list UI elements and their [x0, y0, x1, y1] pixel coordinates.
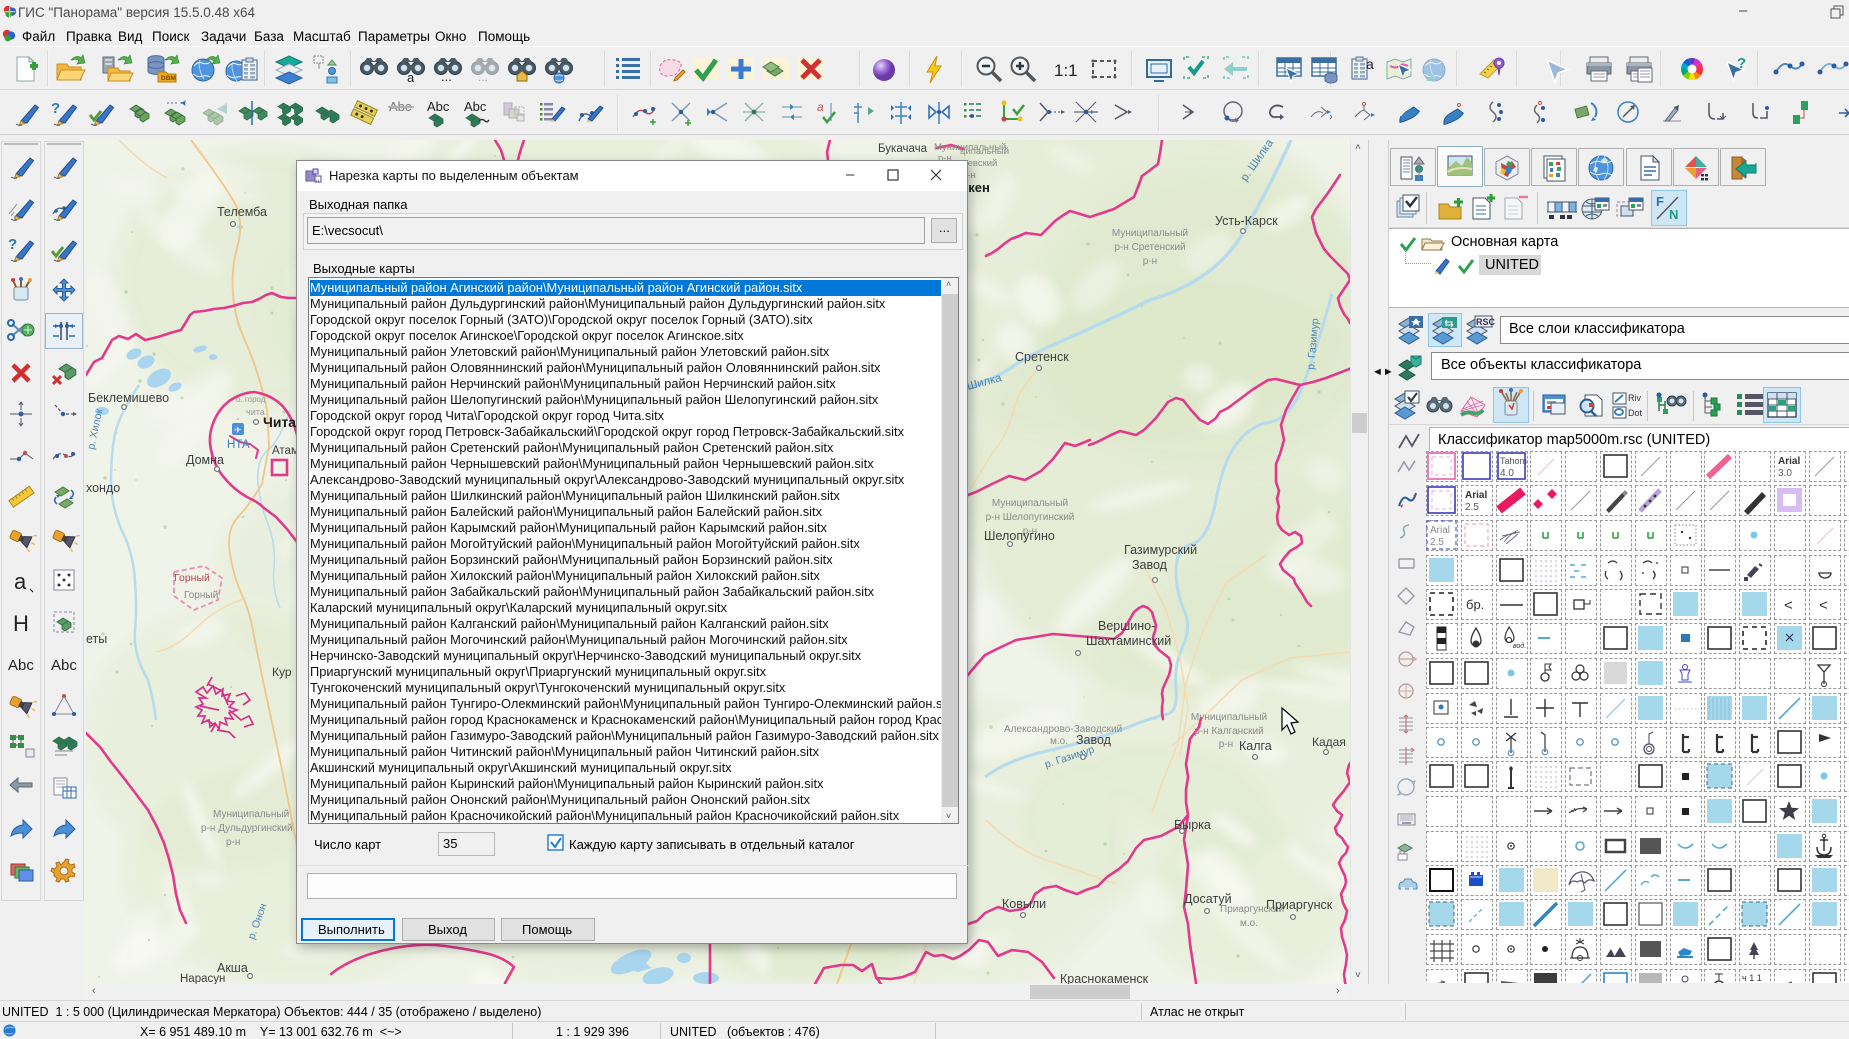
svg-text:Шахтаминский: Шахтаминский	[1086, 634, 1171, 648]
svg-text:Вершино-: Вершино-	[1098, 619, 1155, 633]
svg-text:Abc: Abc	[8, 657, 34, 674]
svg-text:a: a	[1366, 56, 1374, 72]
svg-text:р-н: р-н	[1143, 256, 1157, 267]
svg-text:Arial: Arial	[1430, 525, 1450, 536]
svg-text:2.5: 2.5	[1430, 537, 1444, 548]
svg-text:Abc: Abc	[427, 99, 450, 114]
svg-text:Завод: Завод	[1076, 733, 1112, 747]
svg-text:<: <	[1784, 597, 1793, 614]
svg-text:еты: еты	[86, 632, 107, 646]
svg-text:ципальный: ципальный	[960, 146, 1009, 157]
svg-text:м.о.: м.о.	[1050, 736, 1068, 747]
svg-text:НТА: НТА	[227, 439, 250, 451]
svg-text:хондо: хондо	[86, 481, 120, 495]
svg-text:р-н Шелопугинский: р-н Шелопугинский	[986, 512, 1075, 523]
svg-text:чита: чита	[246, 407, 265, 417]
svg-text:р-н Дульдургинский: р-н Дульдургинский	[201, 823, 293, 834]
svg-text:р-н: р-н	[226, 837, 240, 848]
svg-text:...: ...	[478, 70, 488, 84]
svg-text:Домна: Домна	[186, 453, 224, 467]
svg-text:a: a	[407, 70, 415, 85]
svg-text:Краснокаменск: Краснокаменск	[1060, 972, 1149, 984]
svg-text:2.5: 2.5	[1465, 502, 1479, 513]
svg-text:a: a	[14, 569, 27, 594]
svg-text:F: F	[1656, 194, 1664, 209]
svg-text:Abc: Abc	[464, 99, 487, 114]
svg-text:Шелопугино: Шелопугино	[984, 529, 1055, 543]
svg-text:1:1: 1:1	[1054, 61, 1078, 80]
svg-text:р-н Сретенский: р-н Сретенский	[1114, 242, 1185, 253]
svg-text:N: N	[1669, 207, 1678, 222]
svg-text:Приаргунск: Приаргунск	[1266, 898, 1333, 912]
svg-text:Горный: Горный	[184, 590, 218, 601]
svg-text:3.0: 3.0	[1778, 468, 1792, 479]
svg-text:Муниципальный: Муниципальный	[213, 809, 289, 820]
svg-text:Беклемишево: Беклемишево	[88, 391, 169, 405]
svg-text:Arial: Arial	[1465, 490, 1487, 501]
svg-text:Riv: Riv	[1628, 393, 1641, 403]
svg-text:Кадая: Кадая	[1312, 735, 1346, 749]
svg-text:Букачача: Букачача	[878, 143, 928, 155]
svg-text:DBM: DBM	[161, 75, 176, 82]
svg-text:a: a	[817, 100, 824, 114]
svg-text:бр.: бр.	[1466, 597, 1484, 612]
svg-text:Кур: Кур	[272, 665, 292, 679]
svg-text:Abc: Abc	[51, 657, 77, 674]
svg-text:4.0: 4.0	[1500, 468, 1514, 479]
svg-text:Нарасун: Нарасун	[180, 973, 225, 984]
svg-text:?: ?	[8, 236, 17, 253]
svg-text:Муниципальный: Муниципальный	[1112, 228, 1188, 239]
svg-text:✈: ✈	[234, 425, 242, 435]
svg-text:Чита: Чита	[263, 414, 296, 430]
svg-text:Муниципальный: Муниципальный	[992, 498, 1068, 509]
svg-text:Dot: Dot	[1628, 408, 1643, 418]
svg-text:Телемба: Телемба	[217, 205, 267, 219]
svg-text:вод.: вод.	[1513, 642, 1526, 650]
svg-text:Муниципальный: Муниципальный	[1191, 712, 1267, 723]
svg-text:Атам: Атам	[272, 445, 299, 457]
svg-text:Калга: Калга	[1239, 739, 1272, 753]
svg-text:?: ?	[1737, 55, 1746, 72]
svg-text:<: <	[1819, 597, 1828, 614]
svg-text:р-н: р-н	[1219, 739, 1233, 750]
svg-text:<: <	[1784, 977, 1793, 983]
svg-text:о. город: о. город	[236, 395, 266, 404]
svg-text:...: ...	[441, 69, 452, 84]
svg-text:Ковыли: Ковыли	[1002, 897, 1046, 911]
svg-text:р-н Калганский: р-н Калганский	[1194, 726, 1263, 737]
svg-text:Arial: Arial	[1778, 456, 1800, 467]
svg-text:Tahom: Tahom	[1500, 456, 1527, 466]
svg-text:Завод: Завод	[1132, 558, 1168, 572]
svg-text:ч: ч	[316, 179, 319, 185]
svg-text:м.о.: м.о.	[1240, 918, 1258, 929]
svg-text:RSC: RSC	[1476, 317, 1496, 327]
svg-text:ч 1 1: ч 1 1	[1742, 973, 1762, 983]
svg-text:Усть-Карск: Усть-Карск	[1215, 214, 1278, 228]
svg-text:Сретенск: Сретенск	[1015, 350, 1069, 364]
svg-text:?: ?	[51, 100, 60, 117]
svg-text:Бырка: Бырка	[1174, 818, 1211, 832]
svg-text:H: H	[13, 611, 29, 636]
svg-text:Газимурский: Газимурский	[1124, 543, 1197, 557]
svg-text:Горный: Горный	[174, 572, 210, 584]
